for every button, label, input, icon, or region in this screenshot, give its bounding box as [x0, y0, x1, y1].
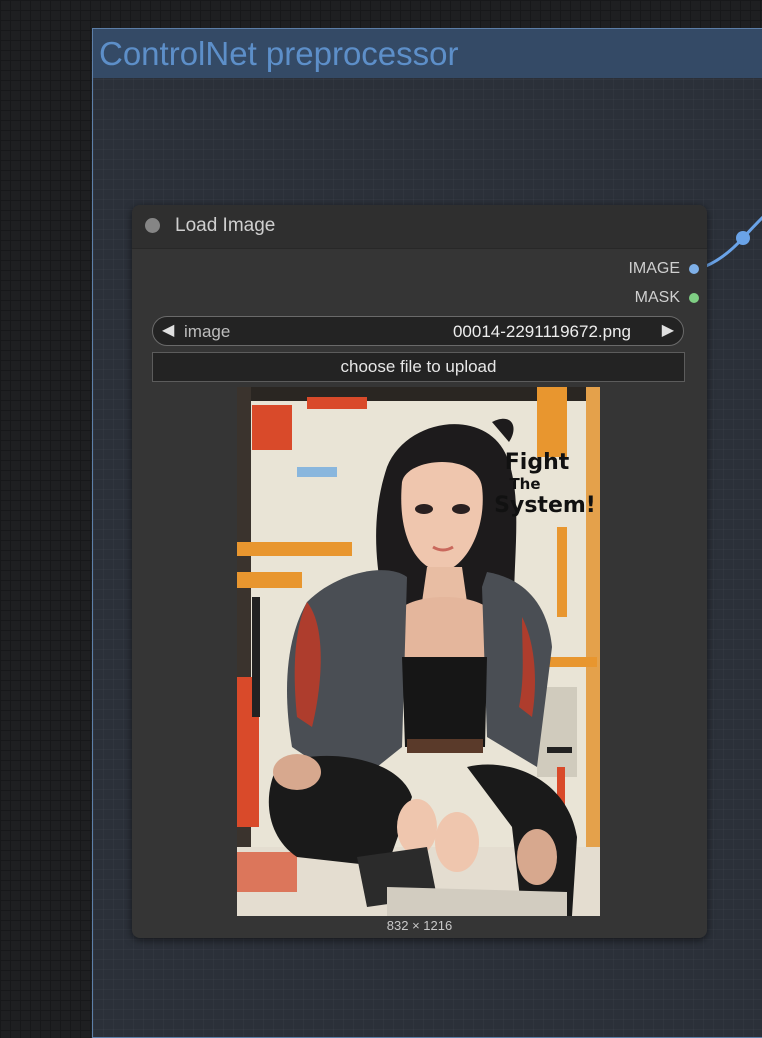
poster-text-system: System!	[494, 493, 596, 518]
output-label-mask: MASK	[634, 289, 680, 306]
combo-value[interactable]: 00014-2291119672.png	[453, 322, 631, 342]
image-output-wire	[705, 215, 762, 268]
output-dot-image[interactable]	[689, 264, 699, 274]
output-dot-mask[interactable]	[689, 293, 699, 303]
collapse-toggle[interactable]	[145, 218, 160, 233]
node-title: Load Image	[175, 215, 276, 236]
output-label-image: IMAGE	[628, 260, 680, 277]
image-dimensions: 832 × 1216	[386, 918, 453, 933]
poster-text-fight: Fight	[505, 450, 570, 475]
node-header[interactable]: Load Image	[132, 205, 707, 249]
combo-label: image	[184, 322, 231, 341]
next-arrow-icon[interactable]: ▶	[662, 320, 674, 340]
image-combo-widget[interactable]: ◀ image 00014-2291119672.png ▶	[152, 316, 684, 346]
upload-button[interactable]: choose file to upload	[152, 352, 685, 382]
group-title[interactable]: ControlNet preprocessor	[93, 29, 762, 78]
output-slot-image[interactable]: IMAGE	[628, 260, 699, 278]
poster-text-the: The	[509, 475, 540, 493]
preview-illustration: Fight The System!	[237, 387, 600, 916]
image-preview: Fight The System!	[237, 387, 600, 916]
output-slot-mask[interactable]: MASK	[635, 289, 699, 307]
previous-arrow-icon[interactable]: ◀	[162, 320, 174, 340]
load-image-node[interactable]: Load Image IMAGE MASK ◀ image 00014-2291…	[132, 205, 707, 938]
